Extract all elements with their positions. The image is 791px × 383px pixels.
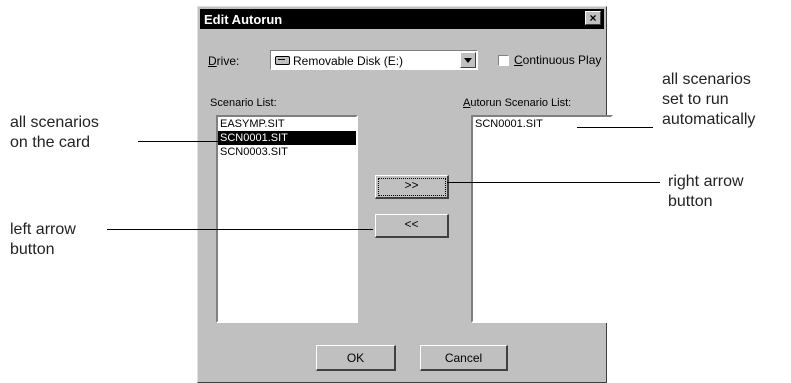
ok-button[interactable]: OK [316, 345, 396, 371]
drive-label: Drive: [208, 54, 240, 68]
cancel-button[interactable]: Cancel [420, 345, 508, 371]
callout-left-arrow: left arrow button [10, 220, 76, 260]
leader-line [138, 141, 218, 142]
callout-line: automatically [662, 111, 756, 128]
callout-line: all scenarios [10, 114, 99, 131]
right-arrow-label: >> [404, 178, 419, 192]
scenario-list[interactable]: EASYMP.SIT SCN0001.SIT SCN0003.SIT [216, 115, 358, 323]
drive-select-value: Removable Disk (E:) [293, 54, 404, 68]
callout-line: left arrow [10, 221, 76, 238]
callout-autorun-set: all scenarios set to run automatically [662, 70, 755, 130]
ok-label: OK [346, 351, 365, 365]
list-item[interactable]: SCN0003.SIT [218, 145, 356, 159]
cancel-label: Cancel [444, 351, 483, 365]
chevron-down-icon[interactable] [460, 52, 476, 68]
removable-disk-icon [275, 56, 290, 65]
left-arrow-label: << [404, 217, 419, 231]
list-item[interactable]: SCN0001.SIT [473, 117, 611, 131]
callout-line: right arrow [668, 173, 744, 190]
leader-line [447, 182, 660, 183]
autorun-scenario-list[interactable]: SCN0001.SIT [471, 115, 613, 323]
callout-all-scenarios-card: all scenarios on the card [10, 113, 99, 153]
close-button[interactable]: × [585, 11, 601, 25]
callout-right-arrow: right arrow button [668, 172, 744, 212]
callout-line: set to run [662, 91, 729, 108]
leader-line [107, 229, 373, 230]
callout-line: button [668, 193, 713, 210]
remove-from-autorun-button[interactable]: << [375, 214, 449, 238]
edit-autorun-dialog: Edit Autorun × Drive: Removable Disk (E:… [197, 6, 613, 383]
add-to-autorun-button[interactable]: >> [375, 175, 449, 199]
callout-line: on the card [10, 134, 91, 151]
dialog-title: Edit Autorun [204, 12, 283, 27]
callout-line: all scenarios [662, 71, 751, 88]
scenario-list-label: Scenario List: [210, 97, 277, 109]
close-icon: × [589, 11, 597, 25]
list-item[interactable]: EASYMP.SIT [218, 117, 356, 131]
title-bar[interactable]: Edit Autorun × [200, 9, 604, 29]
leader-line [577, 127, 653, 128]
autorun-list-label: Autorun Scenario List: [463, 97, 572, 109]
callout-line: button [10, 241, 55, 258]
continuous-play-checkbox[interactable] [498, 55, 509, 66]
list-item-selected[interactable]: SCN0001.SIT [218, 131, 356, 145]
continuous-play-label: Continuous Play [514, 53, 602, 67]
drive-select[interactable]: Removable Disk (E:) [270, 50, 478, 70]
